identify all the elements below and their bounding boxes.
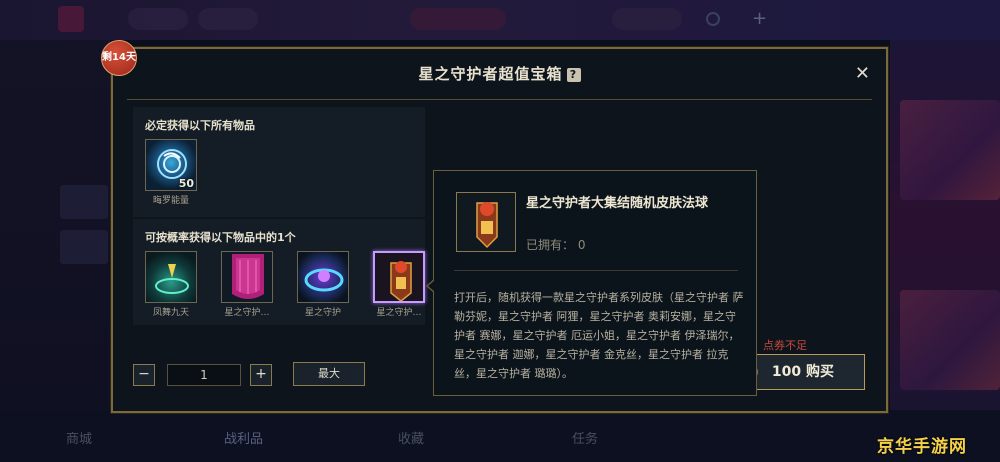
top-bar-background: + [0,0,1000,40]
time-remaining-badge: 剩14天 [101,40,137,76]
top-badge [128,8,188,30]
friends-icon [706,12,720,26]
bottom-tab: 任务 [572,432,599,447]
chance-item[interactable]: 星之守护 [297,251,349,318]
hextech-energy-icon: 50 [145,139,197,191]
bottom-tab: 战利品 [224,432,264,447]
top-tab-group [410,8,506,30]
logo-icon [58,6,84,32]
item-label: 星之守护 [304,308,341,318]
side-item [60,230,108,264]
max-button[interactable]: 最大 [293,362,365,386]
decrease-button[interactable]: − [133,364,155,386]
dialog-title: 星之守护者超值宝箱? [113,63,886,84]
chance-section: 可按概率获得以下物品中的1个 凤舞九天 星之守护… 星之守护 星之守护… [133,219,425,325]
quantity-input[interactable]: 1 [167,364,241,386]
top-badge [198,8,258,30]
promo-card [900,290,1000,390]
chance-title: 可按概率获得以下物品中的1个 [145,231,296,244]
guaranteed-title: 必定获得以下所有物品 [145,119,255,132]
item-label: 凤舞九天 [152,308,189,318]
currency-badge [612,8,682,30]
insufficient-funds-text: 点券不足 [763,339,807,352]
item-label: 星之守护… [376,308,422,318]
plus-icon: + [752,8,768,29]
star-guardian-orb-icon [373,251,425,303]
close-button[interactable]: ✕ [855,63,870,84]
site-watermark: 京华手游网 [877,437,967,457]
buy-button-label: 100 购买 [771,364,834,380]
title-divider [127,99,872,100]
star-guardian-ring-icon [297,251,349,303]
help-icon[interactable]: ? [566,68,581,82]
dialog-title-text: 星之守护者超值宝箱 [418,65,563,83]
promo-card [900,100,1000,200]
chance-item[interactable]: 凤舞九天 [145,251,197,318]
tooltip-owned-count: 已拥有： 0 [526,238,586,252]
side-item [60,185,108,219]
left-panel-background [0,40,110,410]
tooltip-item-name: 星之守护者大集结随机皮肤法球 [526,196,709,211]
chance-item[interactable]: 星之守护… [373,251,425,318]
item-label: 晦罗能量 [152,196,189,206]
item-label: 星之守护… [224,308,270,318]
tooltip-divider [454,270,738,271]
bottom-nav-background: 商城 战利品 收藏 任务 [0,410,1000,462]
right-panel-background [890,40,1000,410]
tooltip-arrow-inner [428,280,435,292]
star-guardian-banner-icon [221,251,273,303]
bottom-tab: 商城 [66,432,93,447]
bottom-tab: 收藏 [398,432,425,447]
item-quantity: 50 [178,177,194,190]
item-tooltip: 星之守护者大集结随机皮肤法球 已拥有： 0 打开后，随机获得一款星之守护者系列皮… [426,170,757,396]
guaranteed-section: 必定获得以下所有物品 50 晦罗能量 [133,107,425,217]
guaranteed-item[interactable]: 50 晦罗能量 [145,139,197,206]
increase-button[interactable]: + [250,364,272,386]
star-guardian-orb-icon [456,192,516,252]
portal-emote-icon [145,251,197,303]
tooltip-description: 打开后，随机获得一款星之守护者系列皮肤（星之守护者 萨勒芬妮，星之守护者 阿狸，… [454,291,744,380]
chance-item[interactable]: 星之守护… [221,251,273,318]
